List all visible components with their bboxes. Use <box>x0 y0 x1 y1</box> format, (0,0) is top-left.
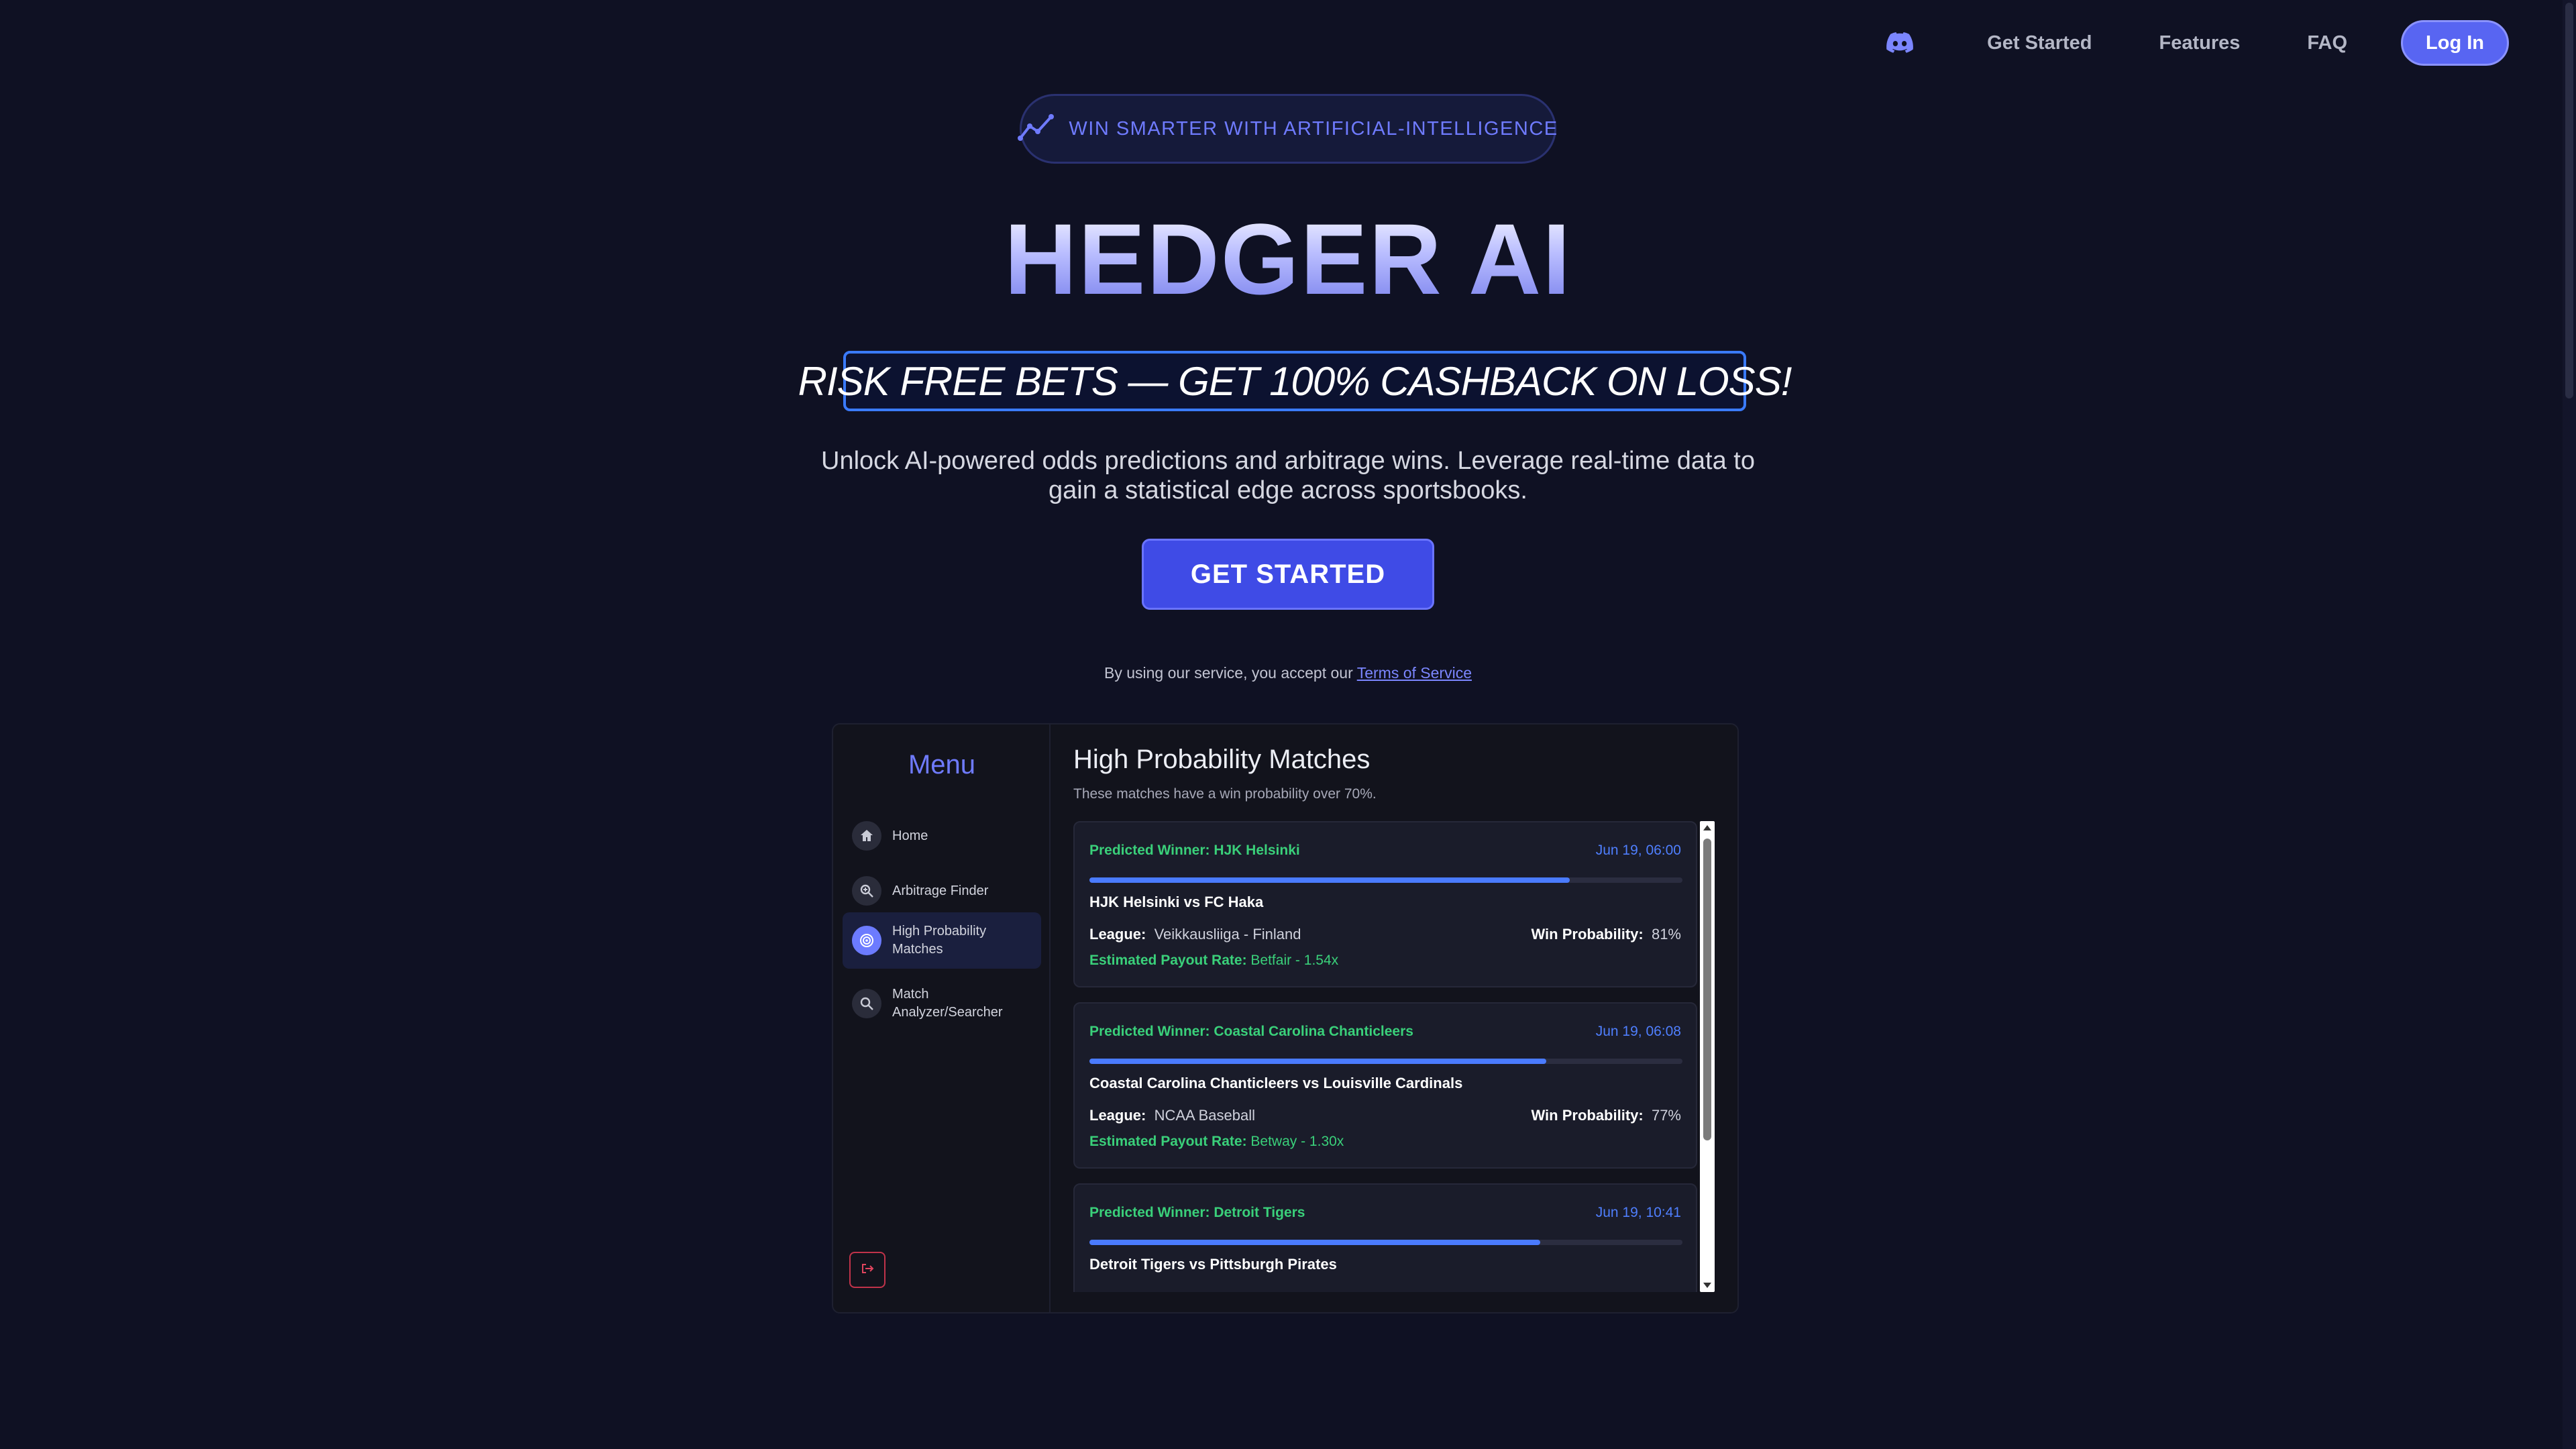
win-probability-value: 81% <box>1651 926 1681 943</box>
preview-main: High Probability Matches These matches h… <box>1051 724 1737 1312</box>
sidebar-item-arbitrage-finder[interactable]: Arbitrage Finder <box>843 864 1041 918</box>
win-probability-label: Win Probability: <box>1531 1107 1644 1124</box>
league-label: League: <box>1089 1107 1146 1124</box>
probability-bar-fill <box>1089 1059 1546 1064</box>
sidebar-item-label: Arbitrage Finder <box>892 883 989 898</box>
terms-prefix: By using our service, you accept our <box>1104 664 1357 682</box>
sidebar-item-label: Home <box>892 828 928 843</box>
app-preview: Menu Home Arbitrage Finder High Probabil… <box>832 723 1739 1313</box>
nav-get-started[interactable]: Get Started <box>1987 32 2092 54</box>
matches-heading: High Probability Matches <box>1073 745 1371 774</box>
probability-bar <box>1089 1240 1682 1245</box>
payout-label: Estimated Payout Rate: <box>1089 953 1247 968</box>
terms-notice: By using our service, you accept our Ter… <box>0 664 2576 682</box>
search-icon <box>852 989 881 1018</box>
logout-button[interactable] <box>849 1252 885 1288</box>
sidebar-item-home[interactable]: Home <box>843 809 1041 863</box>
terms-of-service-link[interactable]: Terms of Service <box>1357 664 1472 682</box>
probability-bar-fill <box>1089 877 1570 883</box>
risk-free-banner: RISK FREE BETS — GET 100% CASHBACK ON LO… <box>798 351 1792 411</box>
page-scrollbar-thumb[interactable] <box>2565 3 2573 398</box>
matches-scrollbar[interactable] <box>1700 821 1715 1292</box>
win-probability-label: Win Probability: <box>1531 926 1644 943</box>
login-button[interactable]: Log In <box>2401 20 2509 66</box>
payout-line: Estimated Payout Rate: Betway - 1.30x <box>1089 1134 1344 1150</box>
match-title: Coastal Carolina Chanticleers vs Louisvi… <box>1089 1075 1463 1091</box>
hero-badge: WIN SMARTER WITH ARTIFICIAL-INTELLIGENCE <box>1018 94 1558 164</box>
hero-badge-text: WIN SMARTER WITH ARTIFICIAL-INTELLIGENCE <box>1069 117 1558 140</box>
win-probability-value: 77% <box>1651 1107 1681 1124</box>
sidebar-item-high-probability[interactable]: High Probability Matches <box>843 912 1041 969</box>
match-card[interactable]: Predicted Winner: HJK Helsinki Jun 19, 0… <box>1073 821 1697 987</box>
sidebar-item-match-analyzer[interactable]: Match Analyzer/Searcher <box>843 975 1041 1032</box>
scroll-up-arrow-icon[interactable] <box>1703 825 1711 830</box>
win-probability-line: Win Probability: 77% <box>1531 1107 1681 1124</box>
discord-icon[interactable] <box>1886 30 1914 56</box>
magnify-plus-icon <box>852 876 881 906</box>
nav-faq[interactable]: FAQ <box>2307 32 2347 54</box>
sidebar-item-label: High Probability Matches <box>892 924 987 957</box>
match-title: Detroit Tigers vs Pittsburgh Pirates <box>1089 1256 1337 1273</box>
scroll-down-arrow-icon[interactable] <box>1703 1283 1711 1288</box>
matches-scrollbar-thumb[interactable] <box>1703 839 1711 1140</box>
matches-subheading: These matches have a win probability ove… <box>1073 786 1377 802</box>
risk-free-banner-text: RISK FREE BETS — GET 100% CASHBACK ON LO… <box>798 358 1792 404</box>
preview-sidebar: Menu Home Arbitrage Finder High Probabil… <box>833 724 1051 1312</box>
match-date: Jun 19, 06:08 <box>1595 1024 1681 1039</box>
predicted-winner: Predicted Winner: Coastal Carolina Chant… <box>1089 1024 1413 1039</box>
sidebar-item-label: Match Analyzer/Searcher <box>892 987 1003 1020</box>
payout-label: Estimated Payout Rate: <box>1089 1134 1247 1149</box>
logout-icon <box>860 1263 875 1278</box>
league-label: League: <box>1089 926 1146 943</box>
probability-bar <box>1089 1059 1682 1064</box>
match-date: Jun 19, 06:00 <box>1595 843 1681 858</box>
page-title: HEDGER AI <box>0 201 2576 317</box>
match-title: HJK Helsinki vs FC Haka <box>1089 894 1264 910</box>
match-card[interactable]: Predicted Winner: Coastal Carolina Chant… <box>1073 1002 1697 1169</box>
target-icon <box>852 926 881 955</box>
league-line: League: Veikkausliiga - Finland <box>1089 926 1301 943</box>
probability-bar <box>1089 877 1682 883</box>
hero-subtitle: Unlock AI-powered odds predictions and a… <box>821 447 1755 504</box>
match-card[interactable]: Predicted Winner: Detroit Tigers Jun 19,… <box>1073 1183 1697 1292</box>
payout-value: Betway - 1.30x <box>1250 1134 1344 1149</box>
matches-list[interactable]: Predicted Winner: HJK Helsinki Jun 19, 0… <box>1073 821 1697 1292</box>
predicted-winner: Predicted Winner: HJK Helsinki <box>1089 843 1300 858</box>
trend-line-icon <box>1018 113 1055 146</box>
top-nav: Get Started Features FAQ Log In <box>1886 20 2509 66</box>
nav-features[interactable]: Features <box>2159 32 2241 54</box>
league-line: League: NCAA Baseball <box>1089 1107 1255 1124</box>
get-started-button[interactable]: GET STARTED <box>1142 539 1434 610</box>
probability-bar-fill <box>1089 1240 1540 1245</box>
home-icon <box>852 821 881 851</box>
predicted-winner: Predicted Winner: Detroit Tigers <box>1089 1205 1305 1220</box>
payout-line: Estimated Payout Rate: Betfair - 1.54x <box>1089 953 1338 969</box>
win-probability-line: Win Probability: 81% <box>1531 926 1681 943</box>
payout-value: Betfair - 1.54x <box>1250 953 1339 968</box>
league-value: NCAA Baseball <box>1154 1107 1256 1124</box>
league-value: Veikkausliiga - Finland <box>1154 926 1301 943</box>
match-date: Jun 19, 10:41 <box>1595 1205 1681 1220</box>
menu-title: Menu <box>908 750 976 780</box>
